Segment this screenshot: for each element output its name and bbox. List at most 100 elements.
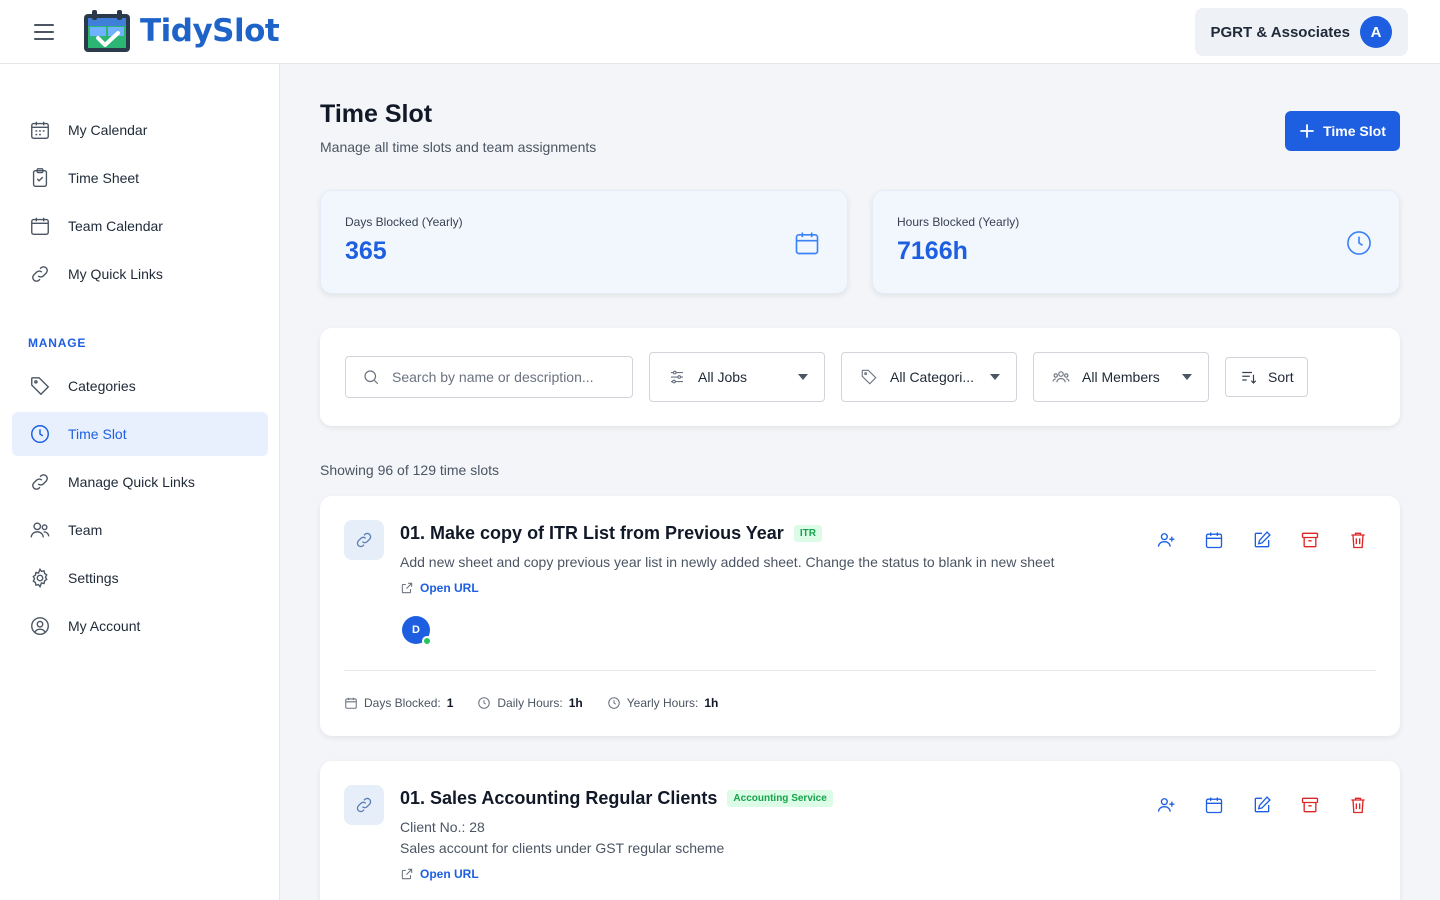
days-blocked-value: 1 [446,696,454,710]
online-status-dot [422,636,432,646]
jobs-filter-value: All Jobs [698,369,748,385]
plus-icon [1300,124,1315,138]
assign-member-button[interactable] [1156,530,1176,550]
stat-label: Days Blocked (Yearly) [345,215,463,229]
external-link-icon [401,868,413,880]
archive-button[interactable] [1300,795,1320,815]
yearly-hours-meta: Yearly Hours: 1h [607,696,719,710]
days-blocked-label: Days Blocked: [364,696,441,710]
search-input[interactable] [392,369,612,385]
users-icon [1052,371,1070,383]
add-time-slot-label: Time Slot [1323,123,1386,139]
assign-member-button[interactable] [1156,795,1176,815]
edit-button[interactable] [1252,530,1272,550]
menu-icon[interactable] [34,24,54,40]
avatar: A [1360,16,1392,48]
tag-icon [28,374,52,398]
archive-button[interactable] [1300,530,1320,550]
logo-calendar-icon [84,10,130,52]
sidebar-item-categories[interactable]: Categories [12,364,268,408]
clipboard-check-icon [28,166,52,190]
slot-title[interactable]: 01. Sales Accounting Regular Clients Acco… [400,788,833,809]
app-logo[interactable]: TidySlot [82,8,280,54]
external-link-icon [401,582,413,594]
chevron-down-icon [1182,374,1192,380]
schedule-button[interactable] [1204,795,1224,815]
sort-icon [1242,371,1257,384]
calendar-icon [345,697,357,709]
yearly-hours-value: 1h [704,696,719,710]
gear-icon [28,566,52,590]
link-icon [28,470,52,494]
slot-meta: Days Blocked: 1 Daily Hours: 1h Yearly Hou… [344,696,718,710]
page-title: Time Slot [320,100,433,128]
sidebar-item-team[interactable]: Team [12,508,268,552]
slot-title-text: 01. Sales Accounting Regular Clients [400,788,718,808]
tag-icon [861,369,877,385]
calendar-icon [793,229,821,262]
org-name: PGRT & Associates [1210,23,1351,41]
slot-title[interactable]: 01. Make copy of ITR List from Previous … [400,523,822,544]
days-blocked-meta: Days Blocked: 1 [344,696,453,710]
stat-value: 7166h [897,237,968,265]
clock-icon [478,697,491,709]
sidebar-item-time-sheet[interactable]: Time Sheet [12,156,268,200]
sidebar-item-settings[interactable]: Settings [12,556,268,600]
open-url-link[interactable]: Open URL [400,581,479,595]
slot-actions [1156,795,1368,815]
chevron-down-icon [798,374,808,380]
yearly-hours-label: Yearly Hours: [626,696,699,710]
link-icon [28,262,52,286]
sidebar-item-my-calendar[interactable]: My Calendar [12,108,268,152]
open-url-link[interactable]: Open URL [400,867,479,881]
daily-hours-meta: Daily Hours: 1h [477,696,583,710]
sidebar-item-label: Team [68,522,103,538]
users-icon [28,518,52,542]
sidebar-item-label: Time Slot [68,426,127,442]
open-url-label: Open URL [420,867,479,881]
open-url-label: Open URL [420,581,479,595]
slot-title-text: 01. Make copy of ITR List from Previous … [400,523,784,543]
members-filter-select[interactable]: All Members [1033,352,1209,402]
sidebar-item-team-calendar[interactable]: Team Calendar [12,204,268,248]
members-filter-value: All Members [1082,369,1160,385]
user-circle-icon [28,614,52,638]
org-switcher[interactable]: PGRT & Associates A [1194,8,1408,56]
categories-filter-select[interactable]: All Categori... [841,352,1017,402]
search-box[interactable] [345,356,633,398]
sidebar-item-my-quick-links[interactable]: My Quick Links [12,252,268,296]
stat-value: 365 [345,237,387,265]
category-tag: Accounting Service [727,790,833,807]
sidebar-item-manage-quick-links[interactable]: Manage Quick Links [12,460,268,504]
jobs-filter-select[interactable]: All Jobs [649,352,825,402]
sort-button[interactable]: Sort [1225,357,1308,397]
search-icon [364,370,379,385]
user-plus-icon [1157,798,1175,812]
delete-button[interactable] [1348,530,1368,550]
add-time-slot-button[interactable]: Time Slot [1285,111,1400,151]
sidebar-item-label: Team Calendar [68,218,163,234]
page-subtitle: Manage all time slots and team assignmen… [320,139,597,155]
calendar-icon [1205,797,1223,814]
clock-icon [1345,229,1373,262]
link-icon [344,520,384,560]
filter-bar: All Jobs All Categori... All Members Sor… [320,328,1400,426]
stat-label: Hours Blocked (Yearly) [897,215,1020,229]
sidebar-item-label: Manage Quick Links [68,474,195,490]
client-number: Client No.: 28 [400,819,485,835]
sidebar-item-label: My Account [68,618,141,634]
schedule-button[interactable] [1204,530,1224,550]
sidebar-item-label: Time Sheet [68,170,140,186]
results-count: Showing 96 of 129 time slots [320,462,499,478]
edit-icon [1254,531,1271,548]
delete-button[interactable] [1348,795,1368,815]
calendar-icon [28,118,52,142]
category-tag: ITR [793,525,822,542]
avatar[interactable]: D [402,616,432,646]
sidebar-item-label: My Quick Links [68,266,163,282]
sidebar-item-my-account[interactable]: My Account [12,604,268,648]
edit-button[interactable] [1252,795,1272,815]
sidebar-item-time-slot[interactable]: Time Slot [12,412,268,456]
archive-icon [1301,532,1319,548]
sidebar-item-label: My Calendar [68,122,148,138]
